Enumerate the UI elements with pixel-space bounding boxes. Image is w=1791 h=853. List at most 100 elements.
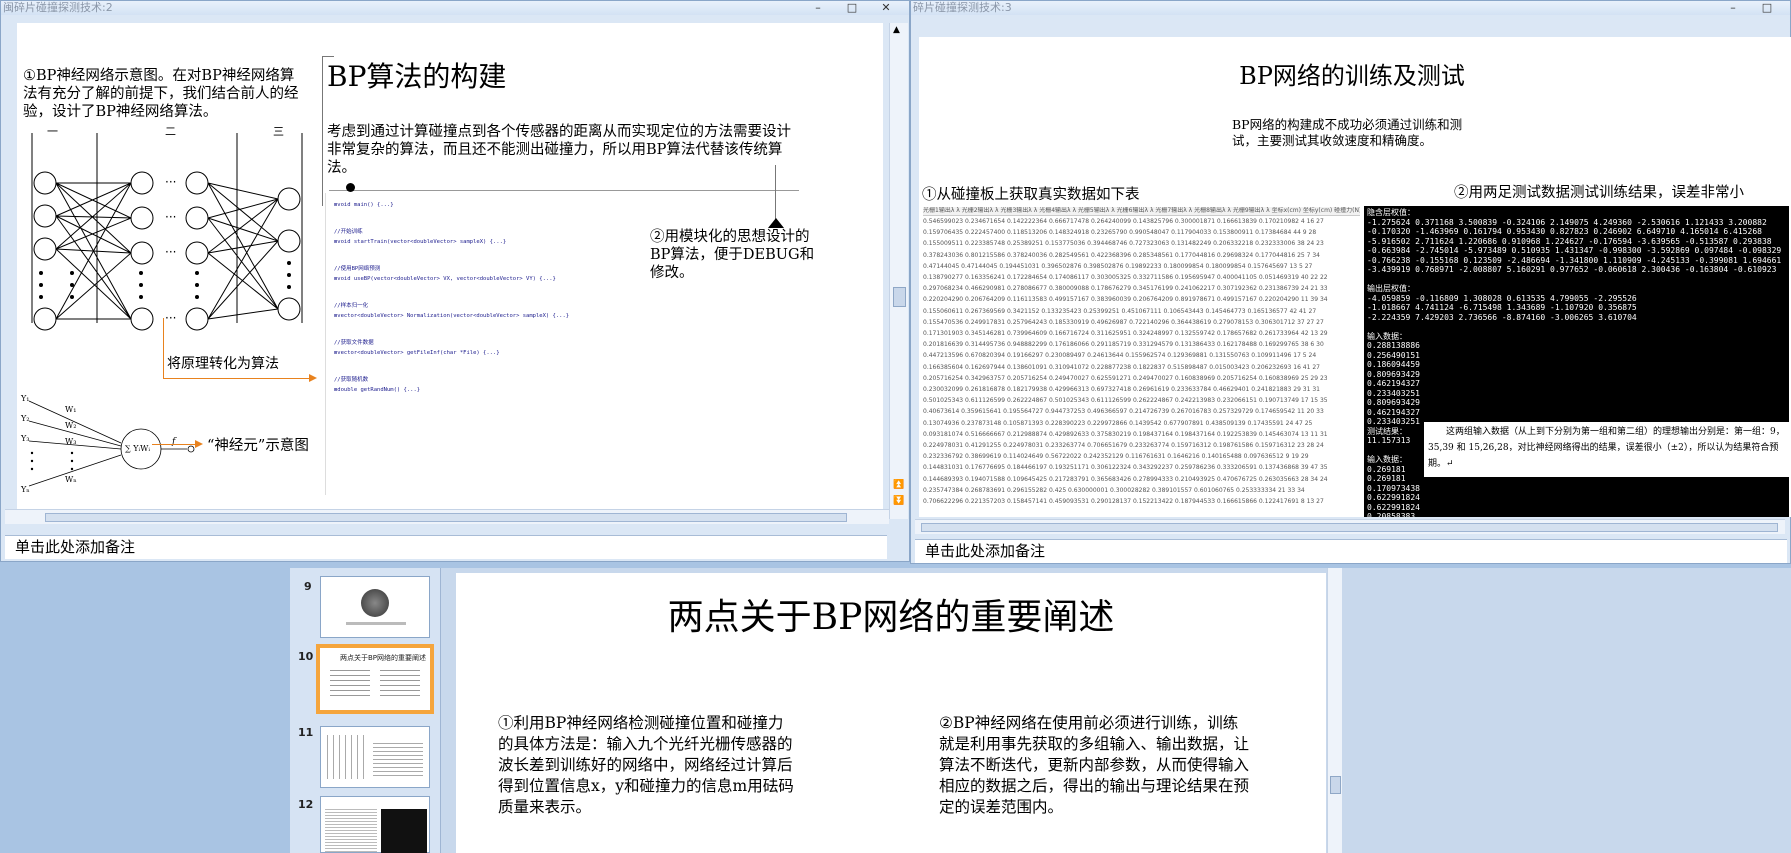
svg-text:···: ··· xyxy=(165,210,176,224)
thumb-10-title: 两点关于BP网络的重要阐述 xyxy=(340,654,427,662)
bp-network-diagram: ··· ··· ··· ··· xyxy=(31,133,303,331)
thumb-number-10: 10 xyxy=(298,650,314,663)
neuron-input-3: Y₃ xyxy=(21,434,30,443)
window-2-hscrollbar[interactable] xyxy=(5,509,889,524)
slide-2-title: BP算法的构建 xyxy=(327,60,507,93)
neuron-input-1: Y₁ xyxy=(21,394,30,403)
maximize-icon[interactable]: □ xyxy=(835,1,869,15)
table-row: 0.447213596 0.670820394 0.19166297 0.230… xyxy=(923,352,1317,360)
minimize-icon[interactable]: – xyxy=(801,1,835,15)
code-comment-line: //获取文件数据 xyxy=(334,340,374,346)
window-3-notes[interactable]: 单击此处添加备注 xyxy=(915,539,1787,563)
thumbnail-slide-11[interactable] xyxy=(320,726,430,788)
table-row: 0.144831031 0.176776695 0.184466197 0.19… xyxy=(923,464,1328,472)
neuron-weight-n: Wₙ xyxy=(65,475,77,484)
window-2-hscroll-thumb[interactable] xyxy=(45,513,847,522)
slide-9-caption xyxy=(346,622,406,625)
thumb-10-lines xyxy=(330,670,370,696)
table-row: 0.159706435 0.222457400 0.118513206 0.14… xyxy=(923,229,1317,237)
slide-3-title: BP网络的训练及测试 xyxy=(1239,62,1465,90)
neuron-weight-1: W₁ xyxy=(65,405,77,414)
convert-arrow-line-v xyxy=(163,318,164,378)
code-function-line: ⊞vector<doubleVector> Normalization(vect… xyxy=(334,313,570,319)
window-2-vscrollbar[interactable]: ▲ ⏫ ⏬ xyxy=(889,23,908,519)
neuron-f-label: f xyxy=(172,437,176,447)
modular-text: ②用模块化的思想设计的BP算法，便于DEBUG和修改。 xyxy=(650,229,815,281)
para-divider xyxy=(329,190,799,191)
close-icon[interactable]: ✕ xyxy=(869,1,903,15)
table-row: 0.232336792 0.38699619 0.114024649 0.567… xyxy=(923,453,1309,461)
slide-3-intro: BP网络的构建成不成功必须通过训练和测试，主要测试其收敛速度和精确度。 xyxy=(1232,117,1463,148)
thumbnail-slide-9[interactable] xyxy=(320,576,430,638)
bottom-slide-point-1: ①利用BP神经网络检测碰撞位置和碰撞力的具体方法是：输入九个光纤光栅传感器的波长… xyxy=(498,714,794,816)
convert-label: 将原理转化为算法 xyxy=(167,356,279,372)
bottom-slide-title: 两点关于BP网络的重要阐述 xyxy=(667,597,1115,638)
table-rows: 0.546599023 0.234671654 0.142222364 0.66… xyxy=(923,216,1360,507)
table-row: 0.144689393 0.194071588 0.109645425 0.21… xyxy=(923,475,1328,483)
prev-slide-icon[interactable]: ⏫ xyxy=(893,481,904,490)
thumbnail-slide-12[interactable] xyxy=(320,796,430,853)
neuron-weight-3: W₃ xyxy=(65,437,77,446)
code-comment-line: //样本归一化 xyxy=(334,303,369,309)
convert-arrow-icon xyxy=(309,374,317,382)
scroll-up-icon[interactable]: ▲ xyxy=(893,25,900,35)
slide-3: BP网络的训练及测试 BP网络的构建成不成功必须通过训练和测试，主要测试其收敛速… xyxy=(919,37,1791,517)
window-3-controls: – □ xyxy=(1716,1,1784,15)
thumb-number-11: 11 xyxy=(298,726,314,739)
bottom-window: 9 10 两点关于BP网络的重要阐述 11 12 两点关于BP网络的重要阐述 ① xyxy=(290,568,1791,853)
slide-9-emblem-icon xyxy=(361,589,389,617)
sensor-data-table: 光栅1输出λ λ 光栅2输出λ λ 光栅3输出λ λ 光栅4输出λ λ 光栅5输… xyxy=(923,207,1360,513)
window-2-scroll-thumb[interactable] xyxy=(893,287,906,307)
table-row: 0.201816639 0.314495736 0.948882299 0.17… xyxy=(923,341,1324,349)
neuron-weight-2: W₂ xyxy=(65,421,77,430)
neuron-arrow-icon xyxy=(195,440,203,448)
table-row: 0.138790277 0.163356241 0.172284654 0.17… xyxy=(923,274,1328,282)
window-2-title: 闽碎片碰撞探测技术:2 xyxy=(3,1,113,14)
table-row: 0.297068234 0.466290981 0.278086677 0.38… xyxy=(923,285,1328,293)
layer-label-2: 二 xyxy=(165,125,176,138)
minimize-icon-3[interactable]: – xyxy=(1716,1,1750,15)
thumb-12-table xyxy=(325,809,377,853)
result-box: 这两组输入数据（从上到下分别为第一组和第二组）的理想输出分别是：第一组：9，35… xyxy=(1424,422,1789,477)
window-2-titlebar: 闽碎片碰撞探测技术:2 xyxy=(1,1,909,15)
thumbnail-slide-10-selected[interactable]: 两点关于BP网络的重要阐述 xyxy=(316,644,434,714)
code-comment-line: //开始训练 xyxy=(334,229,363,235)
table-row: 0.093181074 0.516666667 0.212988874 0.42… xyxy=(923,430,1328,438)
table-row: 0.40673614 0.359615641 0.195564727 0.944… xyxy=(923,408,1324,416)
para-connector-dot xyxy=(346,183,355,192)
window-2-controls: – □ ✕ xyxy=(801,1,903,15)
bottom-scroll-thumb[interactable] xyxy=(1330,776,1341,794)
table-row: 0.13074936 0.237873148 0.105871393 0.228… xyxy=(923,419,1313,427)
next-slide-icon[interactable]: ⏬ xyxy=(893,497,904,506)
table-row: 0.171301903 0.345146281 0.739964609 0.16… xyxy=(923,330,1328,338)
thumb-10-lines-right xyxy=(380,670,420,696)
table-row: 0.706622296 0.221357203 0.158457141 0.45… xyxy=(923,498,1324,506)
title-bracket-top xyxy=(322,56,334,57)
thumb-12-console xyxy=(381,809,427,853)
window-3-titlebar: 碎片碰撞探测技术:3 xyxy=(911,1,1790,15)
thumbnail-pane: 9 10 两点关于BP网络的重要阐述 11 12 xyxy=(290,568,441,853)
code-function-line: ⊞void main() {...} xyxy=(334,202,394,208)
table-row: 0.205716254 0.342963757 0.205716254 0.24… xyxy=(923,374,1328,382)
neuron-diagram xyxy=(28,400,195,487)
convert-arrow-line-h xyxy=(163,378,313,379)
table-row: 0.501025343 0.611126599 0.262224867 0.50… xyxy=(923,397,1328,405)
thumb-11-diagram xyxy=(327,735,367,779)
table-row: 0.230032099 0.261816878 0.182179938 0.42… xyxy=(923,386,1320,394)
slide-3-label-1: ①从碰撞板上获取真实数据如下表 xyxy=(922,187,1140,203)
window-2-notes[interactable]: 单击此处添加备注 xyxy=(5,535,887,559)
code-function-line: ⊞void useBP(vector<doubleVector> VX, vec… xyxy=(334,276,556,282)
slide-2-paragraph: 考虑到通过计算碰撞点到各个传感器的距离从而实现定位的方法需要设计非常复杂的算法，… xyxy=(327,124,791,176)
window-3-hscrollbar[interactable] xyxy=(915,519,1785,534)
table-row: 0.155060611 0.267369569 0.3421152 0.1332… xyxy=(923,307,1317,315)
slide-2: ①BP神经网络示意图。在对BP神经网络算法有充分了解的前提下，我们结合前人的经验… xyxy=(17,23,883,509)
layer-label-1: 一 xyxy=(47,125,58,138)
table-row: 0.378243036 0.801215586 0.378240036 0.28… xyxy=(923,251,1320,259)
table-row: 0.224978031 0.41291255 0.224978031 0.233… xyxy=(923,442,1324,450)
bottom-slide-vscrollbar[interactable] xyxy=(1327,568,1342,853)
window-3-title: 碎片碰撞探测技术:3 xyxy=(913,1,1012,14)
bottom-slide: 两点关于BP网络的重要阐述 ①利用BP神经网络检测碰撞位置和碰撞力的具体方法是：… xyxy=(456,573,1326,853)
window-3-hscroll-thumb[interactable] xyxy=(921,523,1778,532)
maximize-icon-3[interactable]: □ xyxy=(1750,1,1784,15)
table-row: 0.166385604 0.162697944 0.138601091 0.31… xyxy=(923,363,1320,371)
